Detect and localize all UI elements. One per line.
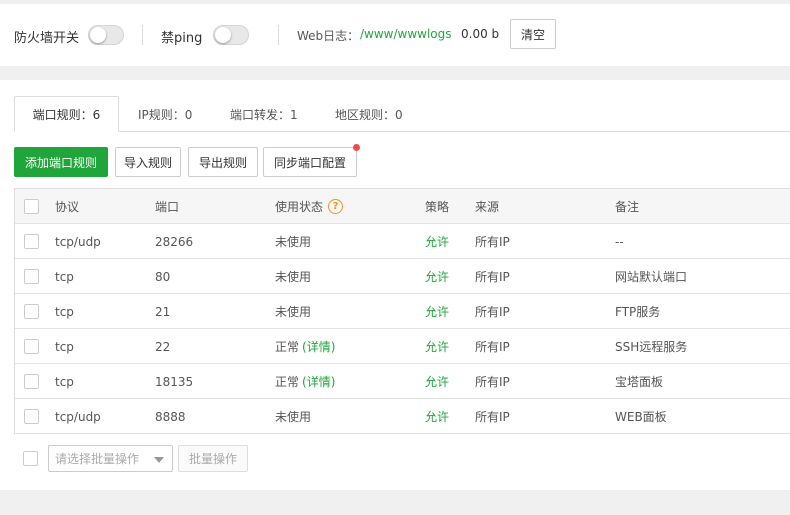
status-text: 未使用 xyxy=(275,305,312,319)
cell-source: 所有IP xyxy=(475,270,510,284)
cell-status: 未使用 xyxy=(275,224,311,259)
status-text: 正常 xyxy=(275,340,300,354)
cell-remark: 宝塔面板 xyxy=(615,375,664,389)
cell-protocol: tcp xyxy=(55,269,74,284)
cell-remark: WEB面板 xyxy=(615,410,667,424)
notification-dot xyxy=(353,144,360,151)
status-text: 未使用 xyxy=(275,270,312,284)
cell-protocol: tcp/udp xyxy=(55,409,101,424)
row-checkbox[interactable] xyxy=(24,304,39,319)
weblog-label: Web日志： xyxy=(297,29,360,43)
cell-source: 所有IP xyxy=(475,235,510,249)
cell-remark: SSH远程服务 xyxy=(615,340,688,354)
cell-protocol: tcp xyxy=(55,339,74,354)
row-checkbox[interactable] xyxy=(24,374,39,389)
header-protocol: 协议 xyxy=(55,200,80,214)
header-source: 来源 xyxy=(475,200,500,214)
batch-footer: 请选择批量操作 批量操作 xyxy=(14,444,790,474)
ping-toggle-knob xyxy=(215,27,231,43)
cell-protocol: tcp xyxy=(55,374,74,389)
cell-policy[interactable]: 允许 xyxy=(425,399,449,434)
cell-policy[interactable]: 允许 xyxy=(425,294,449,329)
ping-toggle[interactable] xyxy=(213,25,249,45)
cell-status: 未使用 xyxy=(275,399,311,434)
port-rules-table: 协议 端口 使用状态 ? 策略 来源 备注 tcp/udp 28266 未使用 允许所… xyxy=(14,188,790,434)
batch-operation-select[interactable]: 请选择批量操作 xyxy=(48,445,173,472)
cell-policy[interactable]: 允许 xyxy=(425,329,449,364)
cell-policy[interactable]: 允许 xyxy=(425,259,449,294)
header-policy: 策略 xyxy=(425,200,450,214)
table-row: tcp/udp 8888 未使用 允许 所有IP WEB面板 xyxy=(15,399,790,434)
tab-region-rules[interactable]: 地区规则：0 xyxy=(335,96,403,132)
cell-port: 8888 xyxy=(155,409,186,424)
select-all-checkbox[interactable] xyxy=(24,199,39,214)
add-port-rule-button[interactable]: 添加端口规则 xyxy=(14,147,108,177)
cell-source: 所有IP xyxy=(475,340,510,354)
cell-source: 所有IP xyxy=(475,305,510,319)
row-checkbox[interactable] xyxy=(24,409,39,424)
cell-protocol: tcp/udp xyxy=(55,234,101,249)
cell-remark: FTP服务 xyxy=(615,305,661,319)
divider xyxy=(142,25,143,45)
row-checkbox[interactable] xyxy=(24,339,39,354)
table-row: tcp 22 正常 (详情) 允许 所有IP SSH远程服务 xyxy=(15,329,790,364)
cell-port: 18135 xyxy=(155,374,194,389)
tab-ip-rules[interactable]: IP规则：0 xyxy=(138,96,192,132)
firewall-label: 防火墙开关 xyxy=(14,31,80,46)
cell-policy[interactable]: 允许 xyxy=(425,224,449,259)
cell-source: 所有IP xyxy=(475,410,510,424)
header-port: 端口 xyxy=(155,200,180,214)
clear-log-button[interactable]: 清空 xyxy=(510,19,556,49)
cell-status: 正常 (详情) xyxy=(275,364,335,399)
batch-operation-button[interactable]: 批量操作 xyxy=(178,445,248,472)
status-text: 未使用 xyxy=(275,235,312,249)
cell-source: 所有IP xyxy=(475,375,510,389)
chevron-down-icon xyxy=(154,457,164,463)
batch-select-placeholder: 请选择批量操作 xyxy=(55,452,140,466)
help-icon[interactable]: ? xyxy=(328,199,344,214)
cell-remark: 网站默认端口 xyxy=(615,270,688,284)
cell-policy[interactable]: 允许 xyxy=(425,364,449,399)
header-status-label: 使用状态 xyxy=(275,200,324,214)
cell-port: 28266 xyxy=(155,234,194,249)
firewall-toggle-knob xyxy=(90,27,106,43)
status-detail-link[interactable]: (详情) xyxy=(302,373,335,390)
cell-remark: -- xyxy=(615,234,624,249)
rules-panel: 端口规则：6 IP规则：0 端口转发：1 地区规则：0 添加端口规则 导入规则 … xyxy=(0,80,790,490)
tab-port-forward[interactable]: 端口转发：1 xyxy=(230,96,298,132)
table-row: tcp 21 未使用 允许 所有IP FTP服务 xyxy=(15,294,790,329)
cell-port: 21 xyxy=(155,304,171,319)
sync-port-config-button[interactable]: 同步端口配置 xyxy=(263,144,360,177)
ping-label: 禁ping xyxy=(161,31,203,46)
export-rules-button[interactable]: 导出规则 xyxy=(188,147,258,177)
rule-tabs: 端口规则：6 IP规则：0 端口转发：1 地区规则：0 xyxy=(14,96,790,132)
header-remark: 备注 xyxy=(615,200,640,214)
cell-status: 未使用 xyxy=(275,294,311,329)
cell-status: 正常 (详情) xyxy=(275,329,335,364)
import-rules-button[interactable]: 导入规则 xyxy=(115,147,181,177)
table-header-row: 协议 端口 使用状态 ? 策略 来源 备注 xyxy=(15,189,790,224)
divider xyxy=(278,25,279,45)
cell-port: 22 xyxy=(155,339,171,354)
weblog-path-link[interactable]: /www/wwwlogs xyxy=(360,27,452,41)
sync-port-config-label: 同步端口配置 xyxy=(273,155,346,170)
status-text: 未使用 xyxy=(275,410,312,424)
table-row: tcp/udp 28266 未使用 允许 所有IP -- xyxy=(15,224,790,259)
top-settings-bar: 防火墙开关 禁ping Web日志： /www/wwwlogs 0.00 b 清… xyxy=(0,4,790,66)
table-row: tcp 80 未使用 允许 所有IP 网站默认端口 xyxy=(15,259,790,294)
status-detail-link[interactable]: (详情) xyxy=(302,338,335,355)
row-checkbox[interactable] xyxy=(24,234,39,249)
cell-status: 未使用 xyxy=(275,259,311,294)
status-text: 正常 xyxy=(275,375,300,389)
cell-port: 80 xyxy=(155,269,171,284)
table-row: tcp 18135 正常 (详情) 允许 所有IP 宝塔面板 xyxy=(15,364,790,399)
header-status: 使用状态 ? xyxy=(275,189,344,224)
firewall-toggle[interactable] xyxy=(88,25,124,45)
footer-select-checkbox[interactable] xyxy=(23,451,38,466)
cell-protocol: tcp xyxy=(55,304,74,319)
tab-port-rules[interactable]: 端口规则：6 xyxy=(14,96,119,132)
row-checkbox[interactable] xyxy=(24,269,39,284)
weblog-size: 0.00 b xyxy=(461,27,500,41)
